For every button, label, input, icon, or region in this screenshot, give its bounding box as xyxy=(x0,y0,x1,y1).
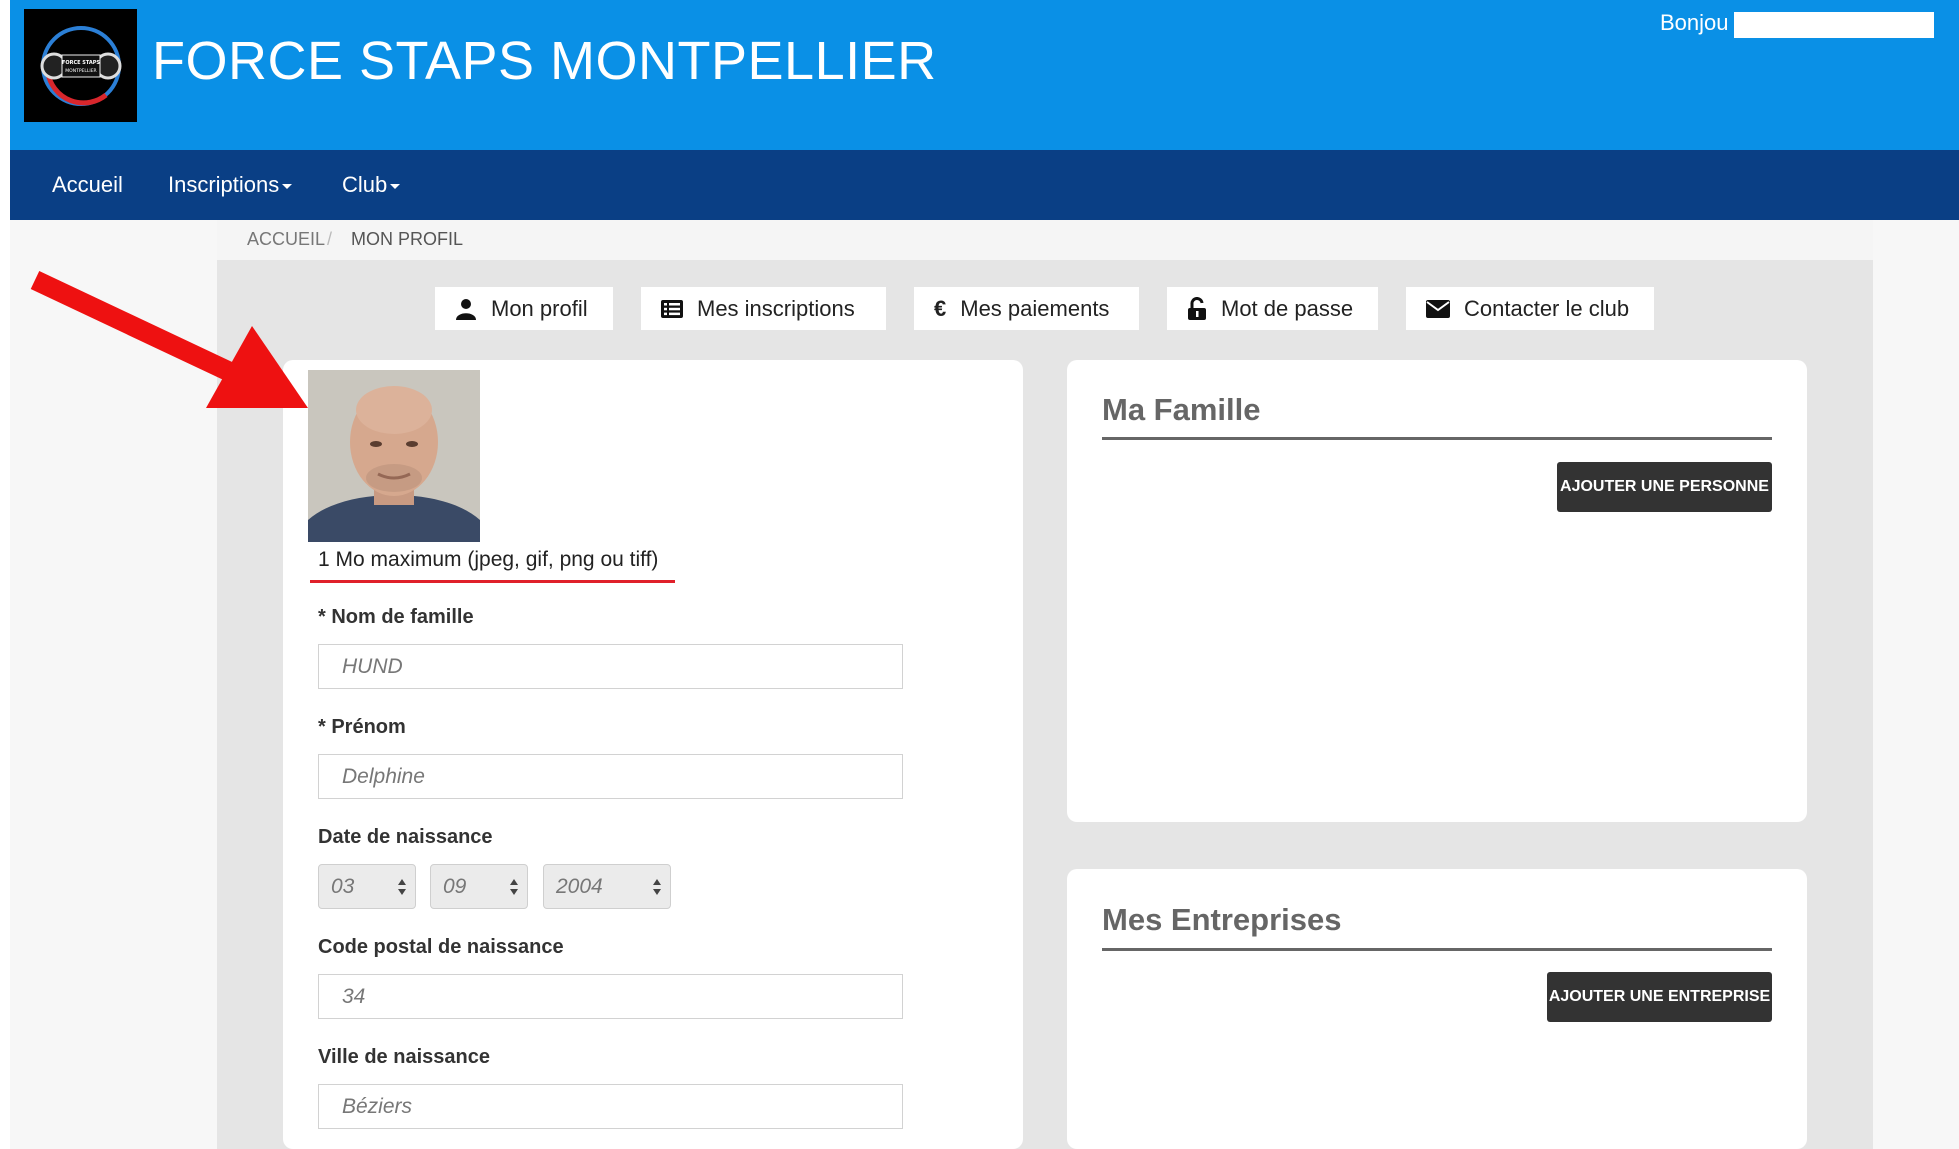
main-navbar: Accueil Inscriptions Club xyxy=(10,150,1959,220)
caret-down-icon xyxy=(282,183,293,189)
tab-label: Mes inscriptions xyxy=(697,295,855,321)
caret-down-icon xyxy=(390,183,401,189)
logo-icon: FORCE STAPS MONTPELLIER xyxy=(40,25,121,106)
profile-photo[interactable] xyxy=(308,370,480,542)
prenom-input[interactable]: Delphine xyxy=(318,754,903,799)
famille-card xyxy=(1067,360,1807,822)
upload-note-underline xyxy=(310,580,675,583)
ville-input[interactable]: Béziers xyxy=(318,1084,903,1129)
envelope-icon xyxy=(1426,299,1450,318)
redacted-username xyxy=(1734,12,1934,38)
tab-mon-profil[interactable]: Mon profil xyxy=(435,287,613,330)
nav-club-label: Club xyxy=(342,172,388,197)
select-arrows-icon xyxy=(510,879,518,895)
famille-divider xyxy=(1102,437,1772,440)
list-icon xyxy=(661,299,683,318)
breadcrumb-current: MON PROFIL xyxy=(351,229,464,249)
tab-contacter-le-club[interactable]: Contacter le club xyxy=(1406,287,1654,330)
breadcrumb xyxy=(217,220,1873,260)
tab-label: Mot de passe xyxy=(1221,295,1354,321)
nom-input[interactable]: HUND xyxy=(318,644,903,689)
svg-text:FORCE STAPS: FORCE STAPS xyxy=(61,60,99,66)
famille-title: Ma Famille xyxy=(1102,392,1261,427)
tab-mot-de-passe[interactable]: Mot de passe xyxy=(1167,287,1378,330)
tab-label: Mes paiements xyxy=(960,295,1110,321)
dob-month-select[interactable]: 09 xyxy=(430,864,528,909)
nav-club[interactable]: Club xyxy=(342,150,401,220)
upload-note: 1 Mo maximum (jpeg, gif, png ou tiff) xyxy=(318,548,659,571)
select-arrows-icon xyxy=(398,879,406,895)
tab-mes-inscriptions[interactable]: Mes inscriptions xyxy=(641,287,886,330)
add-person-button[interactable]: AJOUTER UNE PERSONNE xyxy=(1557,462,1772,512)
add-company-button[interactable]: AJOUTER UNE ENTREPRISE xyxy=(1547,972,1772,1022)
cp-label: Code postal de naissance xyxy=(318,936,564,958)
prenom-label: * Prénom xyxy=(318,716,406,738)
tab-label: Mon profil xyxy=(491,295,588,321)
tab-label: Contacter le club xyxy=(1464,295,1630,321)
euro-icon: € xyxy=(934,295,947,321)
site-title: FORCE STAPS MONTPELLIER xyxy=(152,31,937,91)
nav-accueil-label: Accueil xyxy=(52,172,123,197)
right-gutter xyxy=(1873,220,1959,1149)
dob-day-value: 03 xyxy=(331,875,355,898)
club-logo[interactable]: FORCE STAPS MONTPELLIER xyxy=(24,9,137,122)
breadcrumb-separator: / xyxy=(327,229,333,249)
user-icon xyxy=(456,298,476,320)
breadcrumb-home[interactable]: ACCUEIL xyxy=(247,229,325,250)
select-arrows-icon xyxy=(653,879,661,895)
entreprises-title: Mes Entreprises xyxy=(1102,902,1342,937)
dob-label: Date de naissance xyxy=(318,826,493,848)
nav-accueil[interactable]: Accueil xyxy=(52,150,123,220)
entreprises-divider xyxy=(1102,948,1772,951)
dob-year-value: 2004 xyxy=(556,875,603,898)
person-photo-icon xyxy=(308,370,480,542)
nom-label: * Nom de famille xyxy=(318,606,474,628)
user-greeting: Bonjou xyxy=(1660,10,1729,35)
tab-mes-paiements[interactable]: € Mes paiements xyxy=(914,287,1139,330)
unlock-icon xyxy=(1188,296,1206,320)
ville-label: Ville de naissance xyxy=(318,1046,490,1068)
dob-month-value: 09 xyxy=(443,875,467,898)
cp-input[interactable]: 34 xyxy=(318,974,903,1019)
svg-text:MONTPELLIER: MONTPELLIER xyxy=(65,68,96,74)
nav-inscriptions[interactable]: Inscriptions xyxy=(168,150,293,220)
dob-year-select[interactable]: 2004 xyxy=(543,864,671,909)
annotation-arrow-icon xyxy=(30,270,308,408)
dob-day-select[interactable]: 03 xyxy=(318,864,416,909)
nav-inscriptions-label: Inscriptions xyxy=(168,172,280,197)
